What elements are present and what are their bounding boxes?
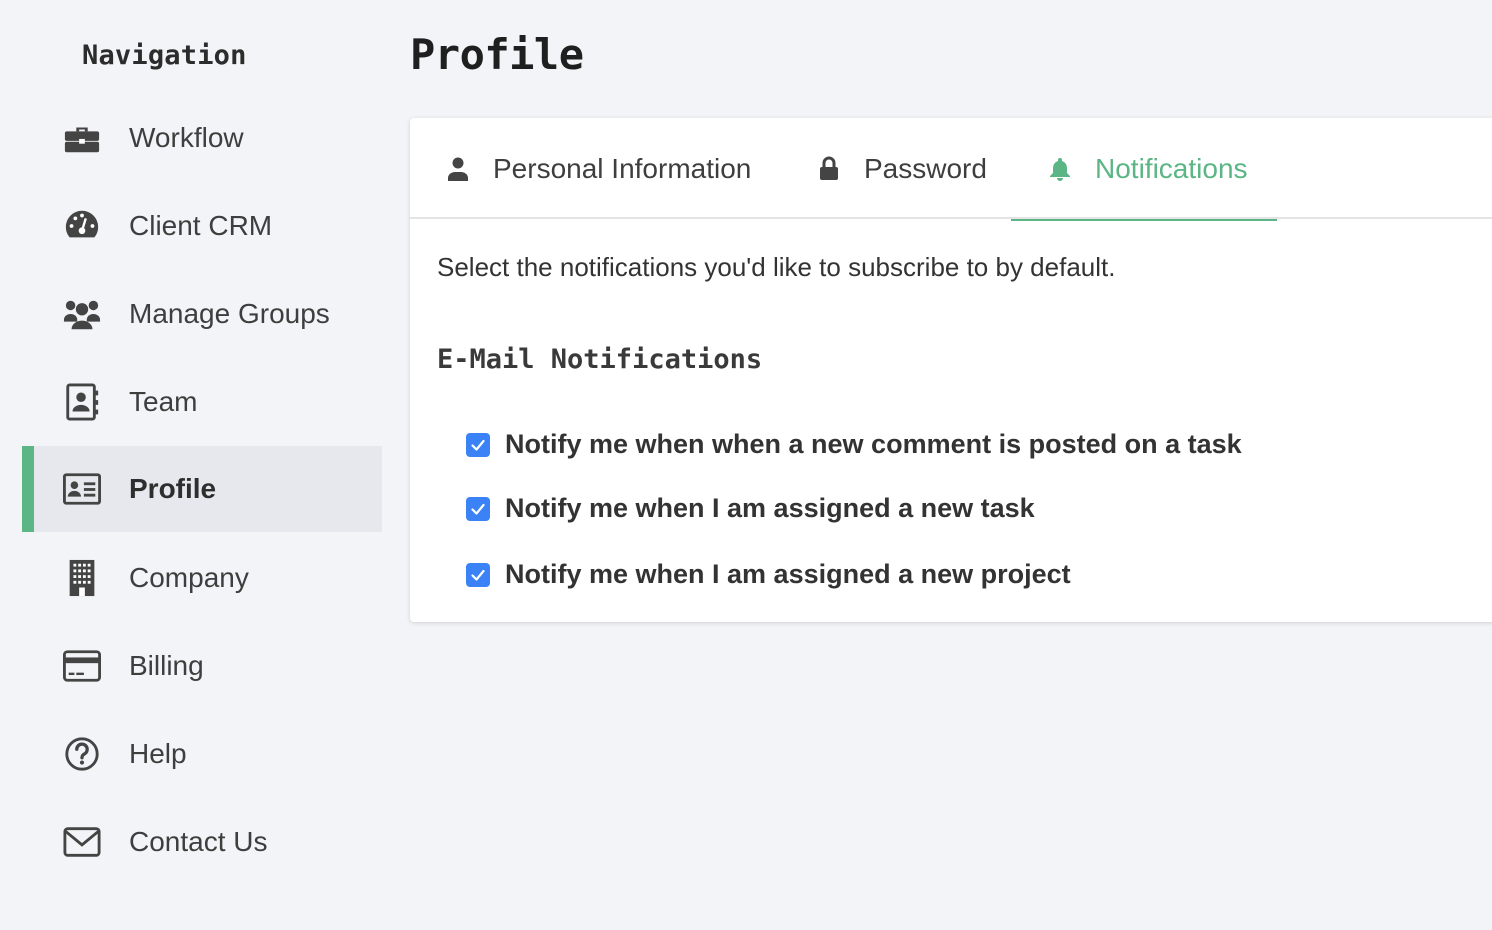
sidebar-item-label: Company	[129, 562, 249, 593]
option-assigned-task[interactable]: Notify me when I am assigned a new task	[466, 493, 1035, 524]
checkmark-icon	[471, 439, 485, 451]
sidebar-item-workflow[interactable]: Workflow	[22, 95, 382, 181]
option-label: Notify me when I am assigned a new task	[505, 493, 1035, 523]
sidebar-item-company[interactable]: Company	[22, 535, 382, 621]
sidebar-item-billing[interactable]: Billing	[22, 623, 382, 709]
checkmark-icon	[471, 569, 485, 581]
sidebar-item-contact-us[interactable]: Contact Us	[22, 799, 382, 885]
tab-label: Notifications	[1095, 152, 1248, 184]
section-heading: E-Mail Notifications	[437, 344, 763, 375]
option-label: Notify me when when a new comment is pos…	[505, 429, 1242, 459]
checkbox-checked[interactable]	[466, 562, 490, 587]
option-label: Notify me when I am assigned a new proje…	[505, 559, 1071, 589]
tab-notifications[interactable]: Notifications	[1011, 118, 1276, 221]
sidebar-item-label: Profile	[129, 473, 217, 504]
sidebar-item-client-crm[interactable]: Client CRM	[22, 183, 382, 269]
sidebar-item-label: Help	[129, 738, 187, 769]
sidebar-item-label: Contact Us	[129, 826, 268, 857]
tab-bar: Personal Information Password Notificati…	[410, 118, 1492, 221]
tab-password[interactable]: Password	[814, 118, 987, 219]
checkbox-checked[interactable]	[466, 496, 490, 521]
sidebar-item-label: Manage Groups	[129, 298, 330, 329]
sidebar: Navigation Workflow Client CRM Manage Gr…	[22, 0, 382, 930]
sidebar-item-profile[interactable]: Profile	[22, 446, 382, 532]
tab-label: Password	[864, 152, 987, 184]
sidebar-item-label: Team	[129, 386, 198, 417]
sidebar-item-label: Billing	[129, 650, 204, 681]
id-card-icon	[62, 469, 102, 509]
dashboard-icon	[62, 206, 102, 246]
lock-icon	[814, 154, 844, 184]
envelope-icon	[62, 822, 102, 862]
checkmark-icon	[471, 503, 485, 515]
sidebar-item-label: Workflow	[129, 122, 244, 153]
sidebar-item-help[interactable]: Help	[22, 711, 382, 797]
checkbox-checked[interactable]	[466, 432, 490, 457]
briefcase-icon	[62, 118, 102, 158]
credit-card-icon	[62, 646, 102, 686]
option-comment-posted[interactable]: Notify me when when a new comment is pos…	[466, 429, 1242, 460]
sidebar-item-team[interactable]: Team	[22, 359, 382, 445]
question-circle-icon	[62, 734, 102, 774]
intro-text: Select the notifications you'd like to s…	[437, 252, 1116, 282]
building-icon	[62, 558, 102, 598]
bell-icon	[1045, 154, 1075, 184]
notifications-card: Personal Information Password Notificati…	[410, 118, 1492, 622]
user-icon	[443, 154, 473, 184]
sidebar-item-manage-groups[interactable]: Manage Groups	[22, 271, 382, 357]
option-assigned-project[interactable]: Notify me when I am assigned a new proje…	[466, 559, 1071, 590]
tab-label: Personal Information	[493, 152, 752, 184]
sidebar-item-label: Client CRM	[129, 210, 273, 241]
users-icon	[62, 294, 102, 334]
address-book-icon	[62, 382, 102, 422]
tab-personal-information[interactable]: Personal Information	[443, 118, 751, 219]
nav-heading: Navigation	[82, 40, 247, 71]
page-title: Profile	[410, 30, 584, 79]
